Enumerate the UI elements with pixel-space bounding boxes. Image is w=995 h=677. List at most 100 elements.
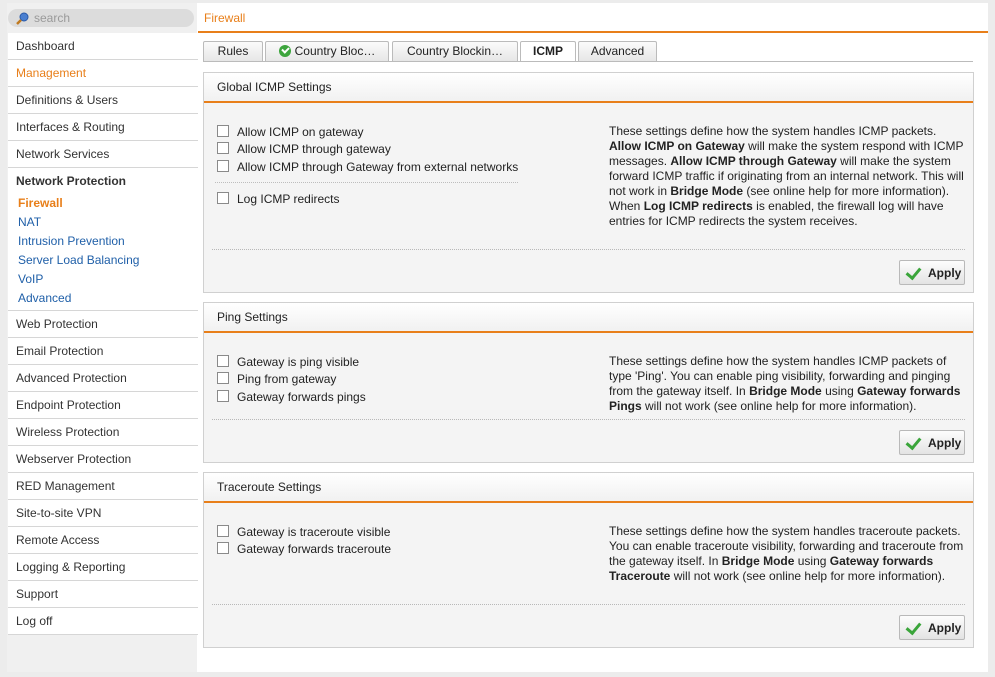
tab-country-blocking[interactable]: Country Bloc…: [265, 41, 389, 61]
desc-bold: Allow ICMP on Gateway: [609, 139, 745, 153]
allow-icmp-external-option: Allow ICMP through Gateway from external…: [217, 159, 518, 175]
tab-country-blocking-label: Country Bloc…: [294, 44, 376, 58]
desc-text: will not work (see online help for more …: [670, 569, 946, 583]
sidebar-subitem-server-load-balancing[interactable]: Server Load Balancing: [8, 251, 198, 270]
allow-icmp-through-gateway-checkbox[interactable]: [217, 142, 229, 154]
desc-bold: Log ICMP redirects: [643, 199, 753, 213]
checkmark-icon: [905, 618, 922, 636]
tab-icmp[interactable]: ICMP: [520, 41, 576, 62]
tab-country-blocking-exceptions-label: Country Blockin…: [406, 44, 504, 58]
gateway-traceroute-visible-checkbox[interactable]: [217, 525, 229, 537]
gateway-traceroute-visible-option: Gateway is traceroute visible: [217, 524, 390, 540]
sidebar-item-logging-reporting[interactable]: Logging & Reporting: [8, 554, 198, 581]
sidebar-item-red-management[interactable]: RED Management: [8, 473, 198, 500]
traceroute-panel: Traceroute Settings Gateway is tracerout…: [203, 472, 974, 648]
option-separator: [215, 182, 518, 183]
checkmark-icon: [905, 433, 922, 451]
tab-country-blocking-exceptions[interactable]: Country Blockin…: [392, 41, 518, 61]
sidebar-item-wireless-protection[interactable]: Wireless Protection: [8, 419, 198, 446]
gateway-ping-visible-option: Gateway is ping visible: [217, 354, 359, 370]
allow-icmp-on-gateway-label: Allow ICMP on gateway: [237, 125, 364, 139]
desc-bold: Bridge Mode: [721, 554, 795, 568]
allow-icmp-through-gateway-option: Allow ICMP through gateway: [217, 141, 391, 157]
page-title: Firewall: [204, 11, 246, 25]
sidebar-item-log-off[interactable]: Log off: [8, 608, 198, 635]
sidebar-subitem-voip[interactable]: VoIP: [8, 270, 198, 289]
log-icmp-redirects-option: Log ICMP redirects: [217, 191, 340, 207]
check-circle-icon: [278, 45, 291, 57]
gateway-forwards-pings-option: Gateway forwards pings: [217, 389, 366, 405]
sidebar-subitem-intrusion-prevention[interactable]: Intrusion Prevention: [8, 232, 198, 251]
panel-divider: [212, 249, 965, 250]
sidebar-item-email-protection[interactable]: Email Protection: [8, 338, 198, 365]
traceroute-description: These settings define how the system han…: [609, 524, 965, 584]
search-input[interactable]: search: [8, 9, 194, 27]
ping-apply-button[interactable]: Apply: [899, 430, 965, 455]
sidebar-item-support[interactable]: Support: [8, 581, 198, 608]
global-icmp-description: These settings define how the system han…: [609, 124, 965, 229]
apply-label: Apply: [928, 266, 962, 280]
gateway-ping-visible-label: Gateway is ping visible: [237, 355, 360, 369]
checkmark-icon: [905, 263, 922, 281]
sidebar-item-site-to-site-vpn[interactable]: Site-to-site VPN: [8, 500, 198, 527]
sidebar-item-network-protection[interactable]: Network Protection: [8, 168, 198, 194]
desc-bold: Allow ICMP through Gateway: [670, 154, 837, 168]
search-icon: [16, 12, 29, 25]
tab-rules-label: Rules: [217, 44, 249, 58]
sidebar-item-advanced-protection[interactable]: Advanced Protection: [8, 365, 198, 392]
desc-text: using: [794, 554, 830, 568]
allow-icmp-on-gateway-checkbox[interactable]: [217, 125, 229, 137]
desc-bold: Bridge Mode: [670, 184, 744, 198]
global-icmp-title: Global ICMP Settings: [204, 73, 973, 103]
global-icmp-panel: Global ICMP Settings Allow ICMP on gatew…: [203, 72, 974, 293]
sidebar-nav: Dashboard Management Definitions & Users…: [8, 33, 198, 635]
search-placeholder: search: [34, 11, 71, 25]
allow-icmp-external-checkbox[interactable]: [217, 160, 229, 172]
traceroute-title: Traceroute Settings: [204, 473, 973, 503]
allow-icmp-on-gateway-option: Allow ICMP on gateway: [217, 124, 364, 140]
ping-title: Ping Settings: [204, 303, 973, 333]
tab-advanced-label: Advanced: [590, 44, 645, 58]
log-icmp-redirects-label: Log ICMP redirects: [237, 192, 340, 206]
desc-text: using: [821, 384, 858, 398]
sidebar-item-dashboard[interactable]: Dashboard: [8, 33, 198, 60]
gateway-ping-visible-checkbox[interactable]: [217, 355, 229, 367]
tab-advanced[interactable]: Advanced: [578, 41, 657, 61]
gateway-forwards-traceroute-option: Gateway forwards traceroute: [217, 541, 391, 557]
sidebar-item-web-protection[interactable]: Web Protection: [8, 311, 198, 338]
sidebar-subitem-advanced[interactable]: Advanced: [8, 289, 198, 308]
panel-divider: [212, 419, 965, 420]
desc-text: will not work (see online help for more …: [641, 399, 917, 413]
gateway-forwards-pings-checkbox[interactable]: [217, 390, 229, 402]
sidebar-item-interfaces-routing[interactable]: Interfaces & Routing: [8, 114, 198, 141]
global-icmp-apply-button[interactable]: Apply: [899, 260, 965, 285]
sidebar-subitem-firewall[interactable]: Firewall: [8, 194, 198, 213]
tab-icmp-label: ICMP: [533, 44, 563, 58]
log-icmp-redirects-checkbox[interactable]: [217, 192, 229, 204]
desc-text: These settings define how the system han…: [609, 124, 937, 138]
allow-icmp-through-gateway-label: Allow ICMP through gateway: [237, 142, 391, 156]
sidebar-item-network-services[interactable]: Network Services: [8, 141, 198, 168]
sidebar-subitem-nat[interactable]: NAT: [8, 213, 198, 232]
sidebar-group-network-protection: Network Protection Firewall NAT Intrusio…: [8, 168, 198, 311]
gateway-traceroute-visible-label: Gateway is traceroute visible: [237, 525, 391, 539]
ping-from-gateway-label: Ping from gateway: [237, 372, 337, 386]
gateway-forwards-pings-label: Gateway forwards pings: [237, 390, 366, 404]
ping-from-gateway-checkbox[interactable]: [217, 372, 229, 384]
ping-description: These settings define how the system han…: [609, 354, 965, 414]
sidebar-item-remote-access[interactable]: Remote Access: [8, 527, 198, 554]
sidebar-item-management[interactable]: Management: [8, 60, 198, 87]
sidebar-item-definitions-users[interactable]: Definitions & Users: [8, 87, 198, 114]
tab-divider: [203, 61, 973, 62]
sidebar-item-webserver-protection[interactable]: Webserver Protection: [8, 446, 198, 473]
gateway-forwards-traceroute-checkbox[interactable]: [217, 542, 229, 554]
page-header: Firewall: [198, 3, 988, 33]
gateway-forwards-traceroute-label: Gateway forwards traceroute: [237, 542, 392, 556]
tab-rules[interactable]: Rules: [203, 41, 263, 61]
desc-bold: Bridge Mode: [749, 384, 822, 398]
ping-from-gateway-option: Ping from gateway: [217, 371, 336, 387]
traceroute-apply-button[interactable]: Apply: [899, 615, 965, 640]
apply-label: Apply: [928, 436, 962, 450]
apply-label: Apply: [928, 621, 962, 635]
sidebar-item-endpoint-protection[interactable]: Endpoint Protection: [8, 392, 198, 419]
